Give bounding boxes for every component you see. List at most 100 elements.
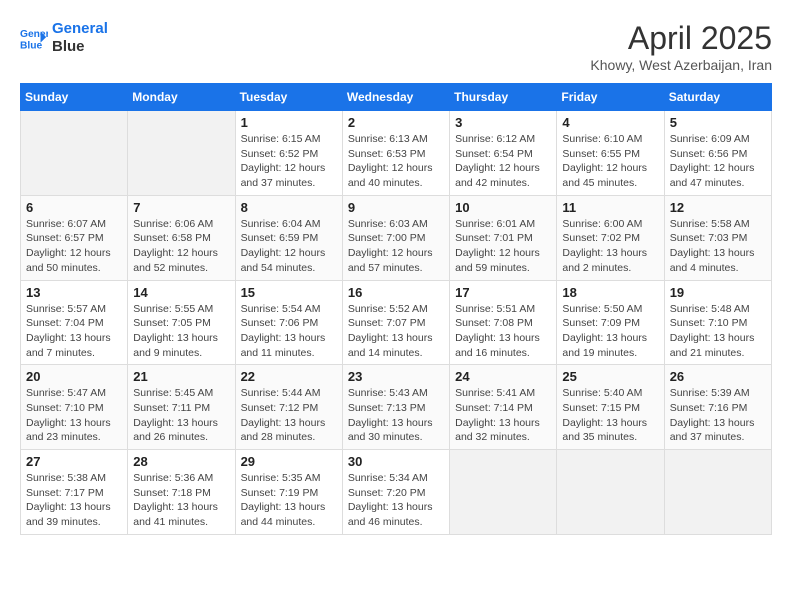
svg-text:Blue: Blue: [20, 40, 43, 51]
calendar-cell: 22Sunrise: 5:44 AM Sunset: 7:12 PM Dayli…: [235, 365, 342, 450]
day-info: Sunrise: 5:54 AM Sunset: 7:06 PM Dayligh…: [241, 302, 337, 361]
day-number: 17: [455, 285, 551, 300]
calendar-cell: 13Sunrise: 5:57 AM Sunset: 7:04 PM Dayli…: [21, 280, 128, 365]
calendar-cell: 6 Sunrise: 6:07 AM Sunset: 6:57 PM Daylig…: [21, 195, 128, 280]
calendar-cell: 21 Sunrise: 5:45 AM Sunset: 7:11 PM Dayli…: [128, 365, 235, 450]
day-number: 11: [562, 200, 658, 215]
day-number: 19: [670, 285, 766, 300]
calendar-cell: 23 Sunrise: 5:43 AM Sunset: 7:13 PM Dayli…: [342, 365, 449, 450]
calendar-cell: 18 Sunrise: 5:50 AM Sunset: 7:09 PM Dayli…: [557, 280, 664, 365]
day-info: Sunrise: 5:45 AM Sunset: 7:11 PM Dayligh…: [133, 386, 229, 445]
calendar-week-row: 20 Sunrise: 5:47 AM Sunset: 7:10 PM Dayli…: [21, 365, 772, 450]
calendar-cell: 19 Sunrise: 5:48 AM Sunset: 7:10 PM Dayli…: [664, 280, 771, 365]
calendar-cell: 9Sunrise: 6:03 AM Sunset: 7:00 PM Daylig…: [342, 195, 449, 280]
calendar-cell: 5 Sunrise: 6:09 AM Sunset: 6:56 PM Daylig…: [664, 111, 771, 196]
main-title: April 2025: [590, 20, 772, 57]
logo: General Blue GeneralBlue: [20, 20, 108, 56]
day-info: Sunrise: 5:57 AM Sunset: 7:04 PM Dayligh…: [26, 302, 122, 361]
calendar-cell: 4 Sunrise: 6:10 AM Sunset: 6:55 PM Daylig…: [557, 111, 664, 196]
day-info: Sunrise: 5:58 AM Sunset: 7:03 PM Dayligh…: [670, 217, 766, 276]
day-number: 23: [348, 369, 444, 384]
day-number: 1: [241, 115, 337, 130]
day-number: 3: [455, 115, 551, 130]
day-number: 8: [241, 200, 337, 215]
day-info: Sunrise: 5:39 AM Sunset: 7:16 PM Dayligh…: [670, 386, 766, 445]
calendar-cell: 28 Sunrise: 5:36 AM Sunset: 7:18 PM Dayli…: [128, 450, 235, 535]
day-number: 18: [562, 285, 658, 300]
calendar-cell: 3Sunrise: 6:12 AM Sunset: 6:54 PM Daylig…: [450, 111, 557, 196]
logo-text: GeneralBlue: [52, 20, 108, 56]
day-number: 6: [26, 200, 122, 215]
calendar-cell: [450, 450, 557, 535]
day-info: Sunrise: 5:43 AM Sunset: 7:13 PM Dayligh…: [348, 386, 444, 445]
day-number: 26: [670, 369, 766, 384]
calendar-cell: [664, 450, 771, 535]
calendar-cell: 20 Sunrise: 5:47 AM Sunset: 7:10 PM Dayli…: [21, 365, 128, 450]
weekday-header: Wednesday: [342, 84, 449, 111]
calendar-cell: 8 Sunrise: 6:04 AM Sunset: 6:59 PM Daylig…: [235, 195, 342, 280]
day-number: 28: [133, 454, 229, 469]
day-info: Sunrise: 6:10 AM Sunset: 6:55 PM Dayligh…: [562, 132, 658, 191]
calendar-cell: 15 Sunrise: 5:54 AM Sunset: 7:06 PM Dayli…: [235, 280, 342, 365]
page-header: General Blue GeneralBlue April 2025 Khow…: [20, 20, 772, 73]
day-number: 25: [562, 369, 658, 384]
day-number: 12: [670, 200, 766, 215]
calendar-week-row: 1Sunrise: 6:15 AM Sunset: 6:52 PM Daylig…: [21, 111, 772, 196]
calendar-cell: 27Sunrise: 5:38 AM Sunset: 7:17 PM Dayli…: [21, 450, 128, 535]
day-info: Sunrise: 6:03 AM Sunset: 7:00 PM Dayligh…: [348, 217, 444, 276]
calendar-cell: 11 Sunrise: 6:00 AM Sunset: 7:02 PM Dayli…: [557, 195, 664, 280]
calendar-week-row: 6 Sunrise: 6:07 AM Sunset: 6:57 PM Daylig…: [21, 195, 772, 280]
day-info: Sunrise: 5:50 AM Sunset: 7:09 PM Dayligh…: [562, 302, 658, 361]
day-info: Sunrise: 5:35 AM Sunset: 7:19 PM Dayligh…: [241, 471, 337, 530]
subtitle: Khowy, West Azerbaijan, Iran: [590, 57, 772, 73]
calendar-cell: [128, 111, 235, 196]
logo-icon: General Blue: [20, 24, 48, 52]
weekday-header: Tuesday: [235, 84, 342, 111]
day-info: Sunrise: 6:13 AM Sunset: 6:53 PM Dayligh…: [348, 132, 444, 191]
day-info: Sunrise: 5:36 AM Sunset: 7:18 PM Dayligh…: [133, 471, 229, 530]
weekday-header: Friday: [557, 84, 664, 111]
day-info: Sunrise: 5:48 AM Sunset: 7:10 PM Dayligh…: [670, 302, 766, 361]
day-info: Sunrise: 5:52 AM Sunset: 7:07 PM Dayligh…: [348, 302, 444, 361]
day-info: Sunrise: 6:07 AM Sunset: 6:57 PM Dayligh…: [26, 217, 122, 276]
calendar-cell: 2 Sunrise: 6:13 AM Sunset: 6:53 PM Daylig…: [342, 111, 449, 196]
calendar-cell: 12 Sunrise: 5:58 AM Sunset: 7:03 PM Dayli…: [664, 195, 771, 280]
title-section: April 2025 Khowy, West Azerbaijan, Iran: [590, 20, 772, 73]
weekday-header: Monday: [128, 84, 235, 111]
day-number: 20: [26, 369, 122, 384]
calendar-cell: 30Sunrise: 5:34 AM Sunset: 7:20 PM Dayli…: [342, 450, 449, 535]
day-number: 22: [241, 369, 337, 384]
day-number: 5: [670, 115, 766, 130]
day-info: Sunrise: 5:55 AM Sunset: 7:05 PM Dayligh…: [133, 302, 229, 361]
calendar-cell: 16 Sunrise: 5:52 AM Sunset: 7:07 PM Dayli…: [342, 280, 449, 365]
day-info: Sunrise: 6:04 AM Sunset: 6:59 PM Dayligh…: [241, 217, 337, 276]
day-info: Sunrise: 5:41 AM Sunset: 7:14 PM Dayligh…: [455, 386, 551, 445]
day-info: Sunrise: 6:01 AM Sunset: 7:01 PM Dayligh…: [455, 217, 551, 276]
calendar-cell: 24 Sunrise: 5:41 AM Sunset: 7:14 PM Dayli…: [450, 365, 557, 450]
day-info: Sunrise: 5:47 AM Sunset: 7:10 PM Dayligh…: [26, 386, 122, 445]
day-number: 7: [133, 200, 229, 215]
day-info: Sunrise: 6:06 AM Sunset: 6:58 PM Dayligh…: [133, 217, 229, 276]
day-number: 4: [562, 115, 658, 130]
day-number: 15: [241, 285, 337, 300]
day-info: Sunrise: 6:09 AM Sunset: 6:56 PM Dayligh…: [670, 132, 766, 191]
weekday-header: Sunday: [21, 84, 128, 111]
calendar-week-row: 13Sunrise: 5:57 AM Sunset: 7:04 PM Dayli…: [21, 280, 772, 365]
calendar-week-row: 27Sunrise: 5:38 AM Sunset: 7:17 PM Dayli…: [21, 450, 772, 535]
calendar-cell: 1Sunrise: 6:15 AM Sunset: 6:52 PM Daylig…: [235, 111, 342, 196]
day-info: Sunrise: 5:38 AM Sunset: 7:17 PM Dayligh…: [26, 471, 122, 530]
day-info: Sunrise: 5:40 AM Sunset: 7:15 PM Dayligh…: [562, 386, 658, 445]
calendar-table: SundayMondayTuesdayWednesdayThursdayFrid…: [20, 83, 772, 535]
day-number: 29: [241, 454, 337, 469]
day-number: 30: [348, 454, 444, 469]
calendar-cell: [557, 450, 664, 535]
day-info: Sunrise: 6:00 AM Sunset: 7:02 PM Dayligh…: [562, 217, 658, 276]
calendar-cell: 25 Sunrise: 5:40 AM Sunset: 7:15 PM Dayli…: [557, 365, 664, 450]
weekday-header: Saturday: [664, 84, 771, 111]
day-number: 21: [133, 369, 229, 384]
day-number: 2: [348, 115, 444, 130]
day-number: 24: [455, 369, 551, 384]
day-number: 16: [348, 285, 444, 300]
day-number: 10: [455, 200, 551, 215]
day-number: 14: [133, 285, 229, 300]
